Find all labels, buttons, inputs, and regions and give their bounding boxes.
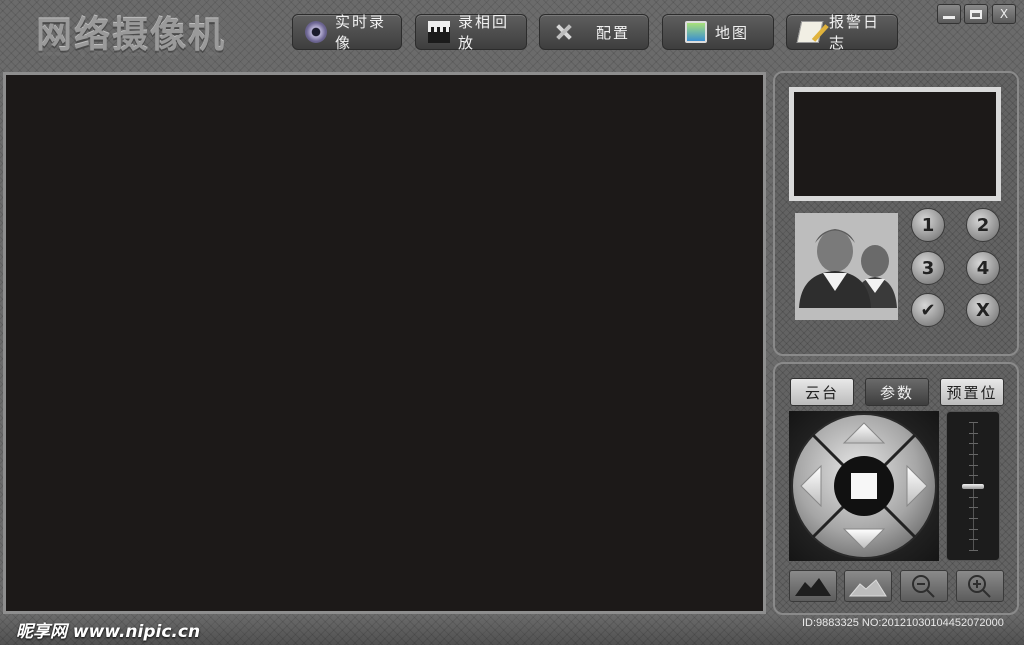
mountain-light-icon [848, 579, 887, 597]
tab-parameters[interactable]: 参数 [865, 378, 929, 406]
zoom-slider[interactable] [946, 411, 1000, 561]
zoom-in-icon [968, 575, 991, 598]
nav-config-button[interactable]: 配置 [539, 14, 649, 50]
image-light-button[interactable] [844, 570, 892, 602]
close-icon: X [999, 7, 1009, 21]
ptz-stop-button[interactable] [851, 473, 877, 499]
camera-4-button[interactable]: 4 [966, 251, 1000, 285]
nav-playback-button[interactable]: 录相回放 [415, 13, 527, 52]
zoom-tick [969, 550, 978, 551]
preview-screen[interactable] [789, 87, 1001, 201]
camera-1-button[interactable]: 1 [911, 208, 945, 242]
app-title-reflection: 网络摄像机 [36, 50, 226, 68]
zoom-tick [969, 539, 978, 541]
users-icon [799, 229, 897, 308]
clapper-icon [428, 21, 450, 43]
zoom-out-button[interactable] [900, 570, 948, 602]
ptz-control-pad [789, 411, 939, 561]
camera-2-button[interactable]: 2 [966, 208, 1000, 242]
tools-icon [552, 21, 574, 43]
maximize-button[interactable] [964, 4, 988, 24]
maximize-icon [970, 9, 982, 19]
minimize-button[interactable] [937, 4, 961, 24]
cancel-button[interactable]: X [966, 293, 1000, 327]
record-icon [305, 21, 327, 43]
zoom-tick [969, 464, 978, 466]
alarm-log-icon [796, 21, 824, 43]
zoom-tick [969, 507, 978, 509]
mountain-dark-icon [795, 578, 831, 596]
camera-3-button[interactable]: 3 [911, 251, 945, 285]
nav-alarm-log-label: 报警日志 [829, 13, 881, 52]
zoom-slider-handle[interactable] [962, 484, 984, 489]
zoom-tick [969, 422, 978, 423]
nav-alarm-log-button[interactable]: 报警日志 [786, 13, 898, 52]
zoom-tick [969, 432, 978, 434]
tab-ptz[interactable]: 云台 [790, 378, 854, 406]
watermark-text: 昵享网 www.nipic.cn [16, 622, 201, 642]
nav-live-record-label: 实时录像 [335, 13, 387, 52]
close-button[interactable]: X [992, 4, 1016, 24]
zoom-tick [969, 443, 978, 445]
zoom-tick [969, 496, 978, 498]
image-id-text: ID:9883325 NO:20121030104452072000 [802, 617, 1004, 629]
minimize-icon [943, 15, 955, 19]
users-avatar [795, 213, 898, 320]
zoom-out-icon [912, 575, 935, 598]
nav-map-button[interactable]: 地图 [662, 14, 774, 50]
image-dark-button[interactable] [789, 570, 837, 602]
nav-playback-label: 录相回放 [458, 13, 510, 52]
map-icon [685, 21, 707, 43]
zoom-tick [969, 528, 978, 530]
confirm-button[interactable]: ✔ [911, 293, 945, 327]
tab-presets[interactable]: 预置位 [940, 378, 1004, 406]
zoom-tick [969, 475, 978, 477]
main-video-view[interactable] [3, 72, 766, 614]
zoom-tick [969, 518, 978, 519]
zoom-tick [969, 454, 978, 455]
zoom-in-button[interactable] [956, 570, 1004, 602]
nav-live-record-button[interactable]: 实时录像 [292, 13, 402, 52]
nav-map-label: 地图 [715, 23, 750, 42]
nav-config-label: 配置 [596, 23, 631, 42]
